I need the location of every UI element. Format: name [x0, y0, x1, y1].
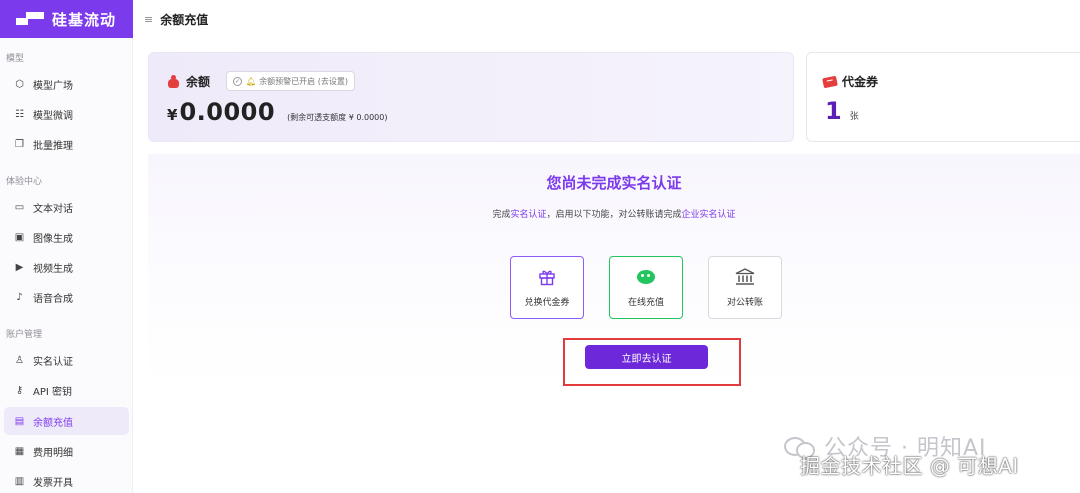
page-title: 余额充值 [160, 12, 209, 27]
app-root: 硅基流动 模型 ⬡ 模型广场 ☷ 模型微调 ❐ 批量推理 体验中心 ▭ 文本对话… [0, 0, 1080, 493]
user-check-icon: ♙ [15, 354, 24, 366]
sidebar-item-label: 图像生成 [33, 233, 73, 245]
menu-toggle-icon[interactable]: ≡ [144, 13, 153, 26]
brand-logo-icon [16, 12, 46, 26]
brand[interactable]: 硅基流动 [0, 0, 133, 38]
header: ≡ 余额充值 [134, 0, 1080, 38]
sidebar: 硅基流动 模型 ⬡ 模型广场 ☷ 模型微调 ❐ 批量推理 体验中心 ▭ 文本对话… [0, 0, 133, 493]
voucher-unit: 张 [849, 112, 859, 122]
chat-icon: ▭ [14, 201, 25, 213]
sidebar-item-label: 发票开具 [33, 477, 73, 489]
sidebar-item-model-square[interactable]: ⬡ 模型广场 [4, 70, 129, 98]
overdraft-text: (剩余可透支额度 ¥ 0.0000) [287, 113, 388, 122]
bank-icon [735, 267, 755, 287]
sidebar-item-label: 模型微调 [33, 110, 73, 122]
bank-transfer-option[interactable]: 对公转账 [708, 256, 782, 319]
balance-card: 余额 ✓ 🔔︎ 余额预警已开启 (去设置) ¥ 0.0000 (剩余可透支额度 … [148, 52, 794, 142]
balance-alert-text: 余额预警已开启 (去设置) [259, 76, 348, 86]
check-circle-icon: ✓ [233, 76, 243, 86]
sidebar-item-speech-synth[interactable]: ♪ 语音合成 [4, 283, 129, 311]
sidebar-item-image-gen[interactable]: ▣ 图像生成 [4, 223, 129, 251]
sidebar-item-label: 文本对话 [33, 203, 73, 215]
option-label: 对公转账 [726, 298, 763, 308]
video-icon: ▶ [15, 261, 24, 273]
bell-icon: 🔔︎ [246, 76, 257, 86]
money-bag-icon [167, 74, 180, 88]
enterprise-verify-link[interactable]: 企业实名认证 [682, 210, 736, 220]
verification-description: 完成实名认证，启用以下功能，对公转账请完成企业实名认证 [148, 207, 1080, 220]
sliders-icon: ☷ [15, 108, 24, 120]
sidebar-item-label: 实名认证 [33, 356, 73, 368]
gift-icon [537, 267, 557, 287]
brand-name: 硅基流动 [52, 10, 117, 29]
sidebar-item-label: 模型广场 [33, 80, 73, 92]
sidebar-item-label: 批量推理 [33, 140, 73, 152]
option-label: 在线充值 [627, 298, 664, 308]
redeem-voucher-option[interactable]: 兑换代金券 [510, 256, 584, 319]
sidebar-item-label: API 密钥 [33, 386, 72, 398]
balance-alert-button[interactable]: ✓ 🔔︎ 余额预警已开启 (去设置) [226, 71, 355, 91]
sidebar-item-recharge[interactable]: ▤ 余额充值 [4, 407, 129, 435]
watermark-secondary: 掘金技术社区 @ 可想AI [800, 454, 1019, 478]
desc-middle: ，启用以下功能，对公转账请完成 [546, 210, 682, 220]
sidebar-item-invoice[interactable]: ▥ 发票开具 [4, 467, 129, 493]
option-label: 兑换代金券 [524, 298, 570, 308]
sidebar-item-model-finetune[interactable]: ☷ 模型微调 [4, 100, 129, 128]
section-title-playground: 体验中心 [6, 177, 43, 187]
voucher-label: 代金券 [842, 75, 879, 89]
sidebar-item-text-chat[interactable]: ▭ 文本对话 [4, 193, 129, 221]
invoice-icon: ▥ [14, 475, 25, 487]
currency-symbol: ¥ [167, 106, 178, 124]
verify-now-button[interactable]: 立即去认证 [585, 345, 708, 369]
files-icon: ❐ [15, 138, 24, 150]
ticket-icon [822, 75, 838, 88]
wechat-icon [636, 267, 656, 287]
sidebar-item-billing[interactable]: ▦ 费用明细 [4, 437, 129, 465]
image-icon: ▣ [14, 231, 25, 243]
card-icon: ▤ [14, 415, 25, 427]
section-title-model: 模型 [6, 54, 25, 64]
sidebar-item-label: 视频生成 [33, 263, 73, 275]
online-recharge-option[interactable]: 在线充值 [609, 256, 683, 319]
key-icon: ⚷ [15, 384, 24, 396]
sidebar-item-real-name[interactable]: ♙ 实名认证 [4, 346, 129, 374]
receipt-icon: ▦ [14, 445, 25, 457]
sidebar-item-label: 余额充值 [33, 417, 73, 429]
voucher-count: 1 [825, 97, 842, 125]
sidebar-item-api-keys[interactable]: ⚷ API 密钥 [4, 376, 129, 404]
sidebar-item-video-gen[interactable]: ▶ 视频生成 [4, 253, 129, 281]
voucher-card: 代金券 1 张 [806, 52, 1080, 142]
balance-amount: 0.0000 [179, 98, 276, 126]
desc-prefix: 完成 [492, 210, 511, 220]
real-name-link[interactable]: 实名认证 [510, 210, 546, 220]
verification-title: 您尚未完成实名认证 [546, 174, 682, 192]
section-title-account: 账户管理 [6, 330, 43, 340]
sidebar-item-label: 费用明细 [33, 447, 73, 459]
balance-label: 余额 [186, 74, 211, 89]
sidebar-item-batch-inference[interactable]: ❐ 批量推理 [4, 130, 129, 158]
cube-icon: ⬡ [15, 78, 24, 90]
mic-icon: ♪ [16, 291, 23, 303]
sidebar-item-label: 语音合成 [33, 293, 73, 305]
